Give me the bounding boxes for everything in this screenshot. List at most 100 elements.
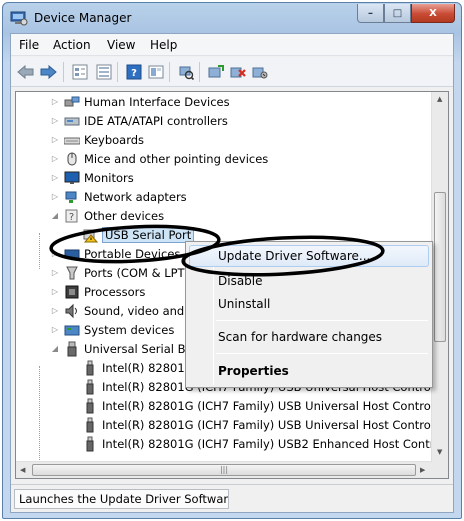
collapse-icon[interactable]: ◢	[50, 211, 60, 221]
expand-icon[interactable]: ▷	[50, 173, 60, 183]
tree-node-label: IDE ATA/ATAPI controllers	[84, 113, 228, 128]
menu-update-driver-software[interactable]: Update Driver Software...	[189, 245, 429, 267]
vertical-scroll-thumb[interactable]	[434, 192, 446, 342]
disable-button[interactable]	[251, 63, 269, 81]
expand-icon[interactable]: ▷	[50, 97, 60, 107]
menu-action[interactable]: Action	[53, 38, 91, 52]
uninstall-icon	[230, 67, 246, 78]
tree-node-processors[interactable]: ▷ Processors	[50, 282, 145, 301]
forward-button[interactable]	[39, 63, 57, 81]
window-title: Device Manager	[34, 11, 132, 25]
properties-list-button[interactable]	[71, 63, 89, 81]
context-menu: Update Driver Software... Disable Uninst…	[185, 241, 433, 388]
tree-node-portable-devices[interactable]: ▷ Portable Devices	[50, 244, 180, 263]
update-driver-button[interactable]	[207, 63, 225, 81]
tree-node-usb-host-controller[interactable]: Intel(R) 82801G (ICH7 Family) USB Univer…	[82, 396, 449, 415]
tree-node-label: Monitors	[84, 170, 134, 185]
disable-icon	[252, 67, 268, 79]
tree-node-usb2-enhanced-controller[interactable]: Intel(R) 82801G (ICH7 Family) USB2 Enhan…	[82, 434, 448, 453]
tree-node-label: System devices	[84, 322, 175, 337]
tree-node-usb-host-controller[interactable]: Intel(R) 82801G (ICH7 Family) USB Univer…	[82, 415, 448, 434]
tree-node-ports[interactable]: ▷ Ports (COM & LPT)	[50, 263, 189, 282]
port-icon	[66, 266, 78, 279]
tree-node-usb-serial-port[interactable]: USB Serial Port	[82, 225, 195, 244]
minimize-icon: –	[368, 7, 373, 19]
tree-node-label: USB Serial Port	[102, 226, 195, 243]
scroll-up-icon[interactable]: ▲	[437, 95, 442, 103]
status-bar: Launches the Update Driver Software Wiza…	[11, 484, 453, 512]
menu-disable[interactable]: Disable	[189, 270, 429, 292]
keyboard-icon	[64, 137, 80, 144]
mouse-icon	[67, 152, 77, 165]
menu-help[interactable]: Help	[150, 38, 177, 52]
scroll-right-icon[interactable]: ▶	[420, 466, 425, 474]
uninstall-button[interactable]	[229, 63, 247, 81]
tree-node-label: Intel(R) 82801G (ICH7 Family) USB Univer…	[102, 398, 449, 413]
back-icon	[17, 65, 34, 79]
tree-node-label: Mice and other pointing devices	[84, 151, 269, 166]
tree-node-label: Ports (COM & LPT)	[84, 265, 190, 280]
view-button[interactable]	[147, 63, 165, 81]
horizontal-scrollbar[interactable]: ◀ ||| ▶	[16, 461, 432, 478]
ide-controller-icon	[64, 117, 80, 125]
scroll-down-icon[interactable]: ▼	[437, 448, 442, 456]
tree-node-label: Other devices	[84, 208, 165, 223]
collapse-icon[interactable]: ◢	[50, 344, 60, 354]
expand-icon[interactable]: ▷	[50, 154, 60, 164]
scroll-left-icon[interactable]: ◀	[20, 466, 25, 474]
tree-node-other-devices[interactable]: ◢ ? Other devices	[50, 206, 164, 225]
menu-uninstall[interactable]: Uninstall	[189, 293, 429, 315]
tree-node-label: Processors	[84, 284, 146, 299]
view-icon	[148, 65, 164, 79]
menu-file[interactable]: File	[19, 38, 39, 52]
forward-icon	[40, 65, 57, 79]
close-button[interactable]: X	[411, 4, 455, 23]
expand-icon[interactable]: ▷	[50, 287, 60, 297]
device-list-icon	[96, 64, 112, 80]
other-devices-icon: ?	[65, 209, 78, 223]
minimize-button[interactable]: –	[357, 4, 384, 23]
hid-icon	[64, 96, 80, 106]
back-button[interactable]	[17, 63, 35, 81]
expand-icon[interactable]: ▷	[50, 325, 60, 335]
properties-list-icon	[72, 64, 88, 80]
expand-icon[interactable]: ▷	[50, 116, 60, 126]
tree-node-mice[interactable]: ▷ Mice and other pointing devices	[50, 149, 268, 168]
sound-icon	[65, 303, 77, 318]
tree-node-ide-controllers[interactable]: ▷ IDE ATA/ATAPI controllers	[50, 111, 228, 130]
menu-bar: File Action View Help	[11, 34, 453, 56]
processor-icon	[65, 285, 79, 298]
usb-plug-icon	[86, 379, 94, 394]
horizontal-scroll-thumb[interactable]: |||	[32, 464, 416, 476]
tree-node-label: Keyboards	[84, 132, 145, 147]
network-adapter-icon	[65, 191, 77, 203]
scan-hardware-button[interactable]	[177, 63, 195, 81]
tree-node-keyboards[interactable]: ▷ Keyboards	[50, 130, 144, 149]
monitor-icon	[64, 171, 80, 184]
menu-scan-hardware[interactable]: Scan for hardware changes	[189, 326, 429, 348]
tree-node-label: Portable Devices	[84, 246, 181, 261]
tree-node-human-interface-devices[interactable]: ▷ Human Interface Devices	[50, 92, 230, 111]
vertical-scrollbar[interactable]: ▲ ▼	[431, 92, 448, 478]
tree-node-system-devices[interactable]: ▷ System devices	[50, 320, 174, 339]
tree-node-label: Human Interface Devices	[84, 94, 230, 109]
expand-icon[interactable]: ▷	[50, 192, 60, 202]
expand-icon[interactable]: ▷	[50, 306, 60, 316]
device-list-button[interactable]	[95, 63, 113, 81]
menu-view[interactable]: View	[107, 38, 135, 52]
expand-icon[interactable]: ▷	[50, 135, 60, 145]
tree-node-monitors[interactable]: ▷ Monitors	[50, 168, 134, 187]
expand-icon[interactable]: ▷	[50, 249, 60, 259]
tree-node-network-adapters[interactable]: ▷ Network adapters	[50, 187, 187, 206]
system-device-icon	[64, 325, 80, 335]
close-icon: X	[429, 7, 437, 19]
help-button[interactable]: ?	[125, 63, 143, 81]
usb-plug-icon	[86, 436, 94, 451]
menu-properties[interactable]: Properties	[189, 360, 429, 382]
warning-device-icon	[83, 229, 98, 242]
tree-node-label: Network adapters	[84, 189, 187, 204]
maximize-button[interactable]: □	[384, 4, 411, 23]
title-bar[interactable]: Device Manager – □ X	[3, 3, 461, 33]
expand-icon[interactable]: ▷	[50, 268, 60, 278]
usb-plug-icon	[86, 360, 94, 375]
